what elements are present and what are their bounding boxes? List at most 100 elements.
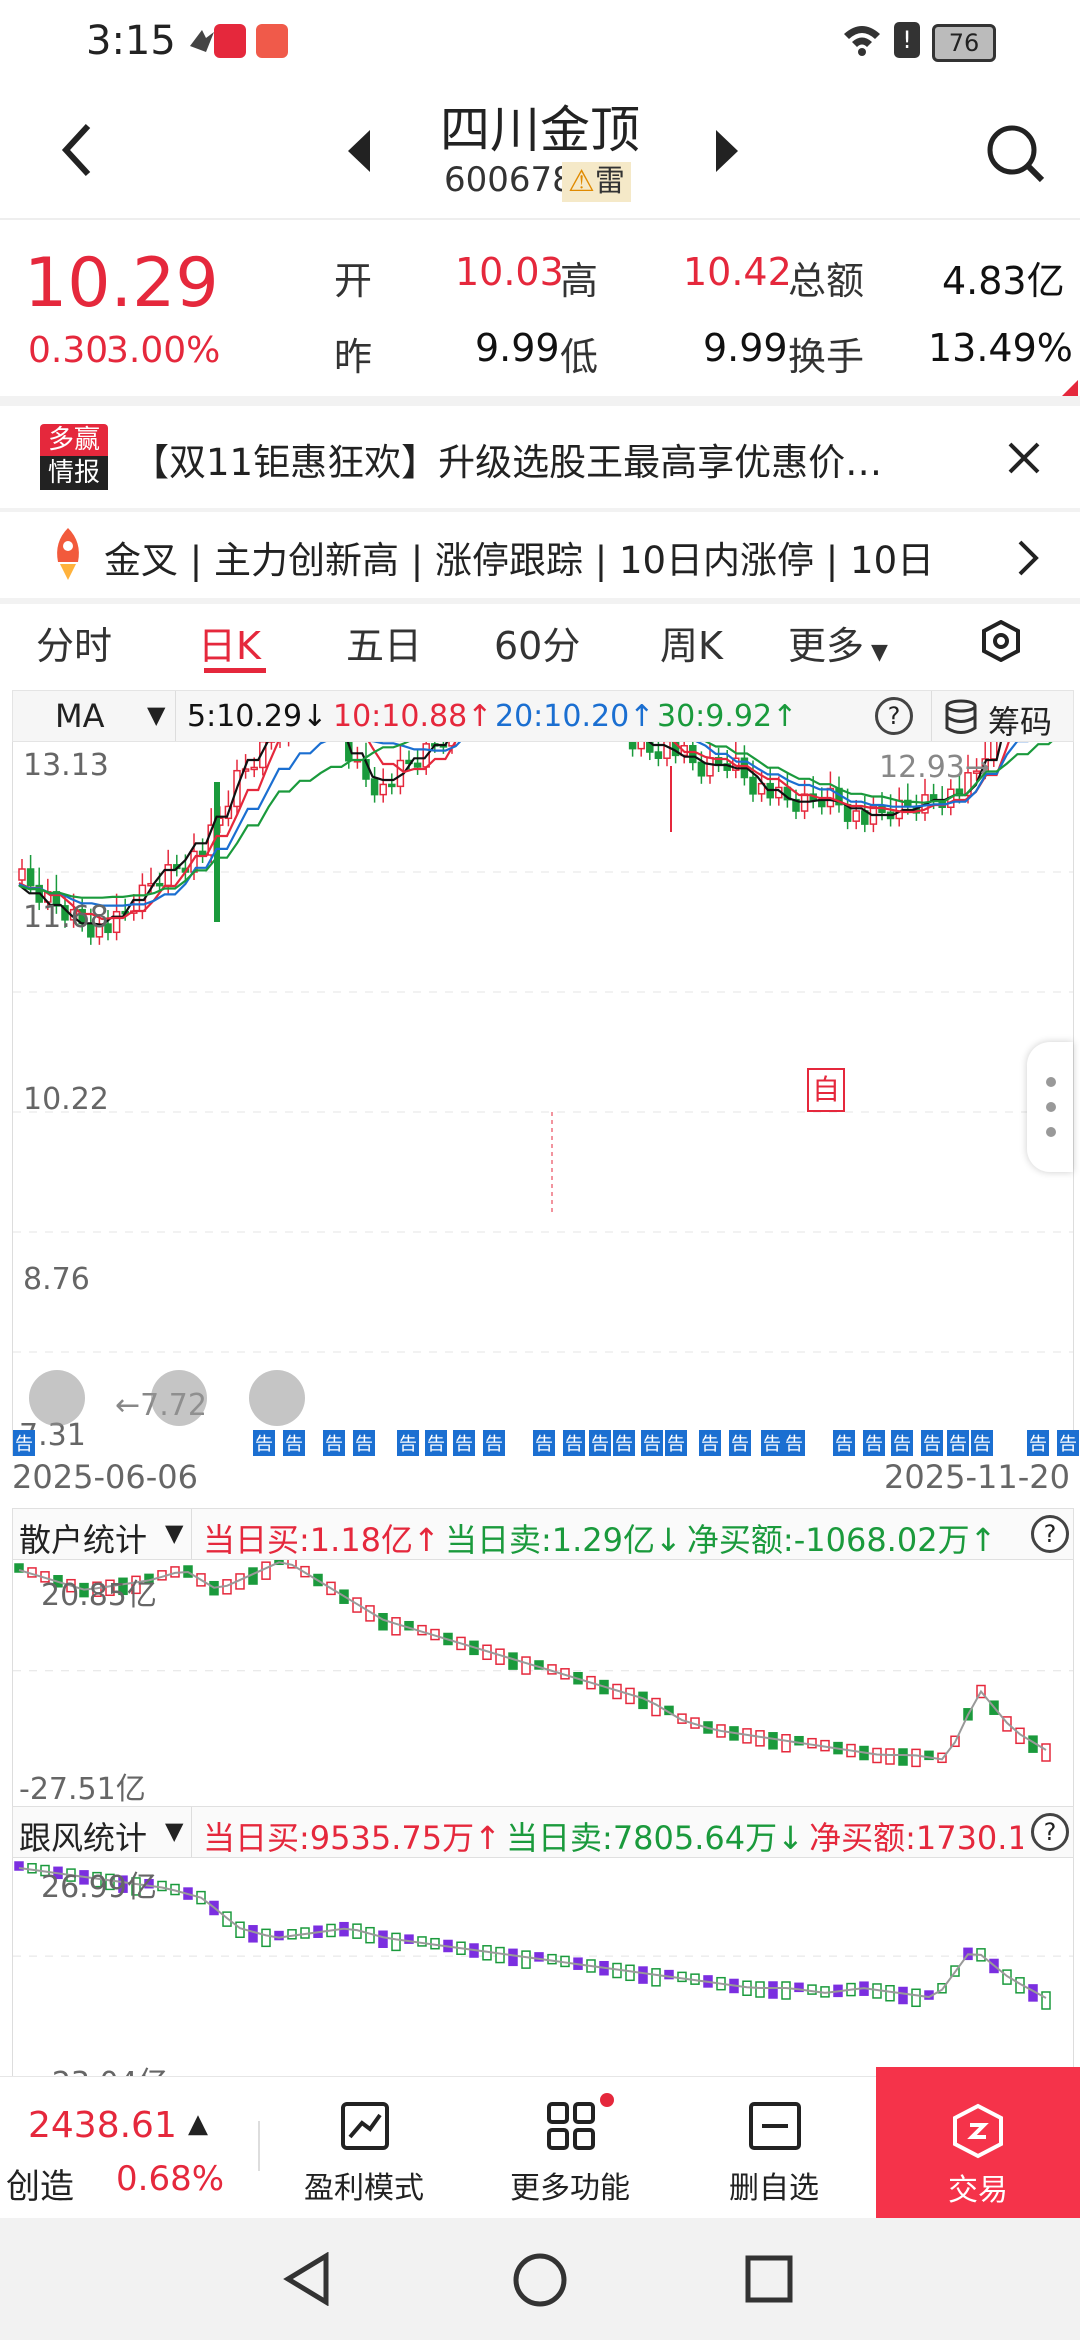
notice-marker[interactable]: 告 — [397, 1430, 419, 1456]
indicator-bar — [261, 1561, 271, 1580]
fullscreen-icon[interactable] — [249, 1370, 305, 1426]
candle-body — [706, 757, 714, 777]
tab-intraday[interactable]: 分时 — [36, 615, 112, 670]
retail-header: 散户统计 ▼ 当日买:1.18亿↑ 当日卖:1.29亿↓ 净买额:-1068.0… — [12, 1508, 1074, 1560]
help-icon[interactable]: ? — [1031, 1813, 1069, 1851]
ma-selector[interactable]: MA ▼ — [13, 691, 176, 741]
date-end: 2025-11-20 — [884, 1458, 1070, 1496]
notice-marker[interactable]: 告 — [971, 1430, 993, 1456]
retail-buy: 当日买:1.18亿↑ — [203, 1521, 440, 1559]
index-name: 创造 — [6, 2167, 74, 2207]
trade-button[interactable]: 交易 — [876, 2067, 1080, 2219]
notice-marker[interactable]: 告 — [891, 1430, 913, 1456]
candle-body — [112, 910, 121, 934]
follow-header: 跟风统计 ▼ 当日买:9535.75万↑ 当日卖:7805.64万↓ 净买额:1… — [12, 1806, 1074, 1858]
candle-body — [689, 745, 697, 764]
tab-weekly-k[interactable]: 周K — [660, 615, 723, 670]
notice-marker[interactable]: 告 — [323, 1430, 345, 1456]
notice-marker[interactable]: 告 — [563, 1430, 585, 1456]
notice-marker[interactable]: 告 — [699, 1430, 721, 1456]
follow-chart[interactable]: 26.99亿 -23.04亿 — [12, 1858, 1074, 2076]
notice-marker[interactable]: 告 — [665, 1430, 687, 1456]
notice-marker[interactable]: 告 — [533, 1430, 555, 1456]
candle-body — [895, 799, 903, 820]
indicator-bar — [898, 1986, 908, 2005]
follow-selector[interactable]: 跟风统计 ▼ — [13, 1807, 192, 1857]
chips-button[interactable]: 筹码 — [931, 691, 1074, 741]
low-label: 低 — [560, 335, 599, 379]
notice-marker[interactable]: 告 — [353, 1430, 375, 1456]
tab-five-day[interactable]: 五日 — [346, 615, 422, 670]
notice-marker[interactable]: 告 — [425, 1430, 447, 1456]
kline-chart[interactable]: 13.13 11.68 10.22 8.76 7.31 12.93→ ←7.72… — [12, 742, 1079, 1456]
expand-icon[interactable] — [151, 1370, 207, 1426]
notice-marker[interactable]: 告 — [729, 1430, 751, 1456]
current-price: 10.29 — [24, 244, 219, 323]
nav-back-icon[interactable] — [282, 2252, 332, 2306]
next-stock-icon[interactable] — [712, 128, 742, 178]
amount-label: 总额 — [788, 259, 865, 303]
notice-marker[interactable]: 告 — [761, 1430, 783, 1456]
notice-marker[interactable]: 告 — [1057, 1430, 1079, 1456]
alert-icon: ! — [894, 22, 920, 58]
notice-markers[interactable]: 告告告告告告告告告告告告告告告告告告告告告告告告告告告 — [13, 1430, 1079, 1456]
close-icon[interactable] — [1004, 438, 1044, 482]
settings-icon[interactable] — [980, 619, 1022, 666]
help-icon[interactable]: ? — [875, 697, 913, 735]
candle-body — [628, 742, 637, 750]
remove-icon — [749, 2102, 801, 2150]
notice-marker[interactable]: 告 — [833, 1430, 855, 1456]
signal-ticker[interactable]: 金叉 | 主力创新高 | 涨停跟踪 | 10日内涨停 | 10日 — [0, 512, 1080, 604]
risk-badge[interactable]: ⚠雷 — [562, 162, 631, 202]
notice-marker[interactable]: 告 — [589, 1430, 611, 1456]
remove-watchlist-button[interactable]: 删自选 — [694, 2077, 854, 2219]
notice-marker[interactable]: 告 — [613, 1430, 635, 1456]
kline-candles — [18, 742, 998, 1212]
notice-marker[interactable]: 告 — [283, 1430, 305, 1456]
status-time: 3:15 — [86, 18, 176, 64]
help-icon[interactable]: ? — [1031, 1515, 1069, 1553]
tab-daily-k[interactable]: 日K — [198, 615, 261, 670]
index-pct: 0.68% — [116, 2159, 225, 2199]
more-functions-button[interactable]: 更多功能 — [490, 2077, 650, 2219]
news-banner[interactable]: 多赢 情报 【双11钜惠狂欢】升级选股王最高享优惠价… — [0, 406, 1080, 506]
notice-marker[interactable]: 告 — [13, 1430, 35, 1456]
system-nav-bar — [0, 2218, 1080, 2340]
indicator-bar — [508, 1948, 518, 1967]
notice-marker[interactable]: 告 — [1027, 1430, 1049, 1456]
notice-marker[interactable]: 告 — [863, 1430, 885, 1456]
profit-mode-label: 盈利模式 — [304, 2171, 424, 2206]
shopping-app-icon — [214, 24, 246, 58]
notice-marker[interactable]: 告 — [921, 1430, 943, 1456]
notice-marker[interactable]: 告 — [641, 1430, 663, 1456]
indicator-bar — [755, 1730, 765, 1747]
nav-home-icon[interactable] — [512, 2252, 568, 2308]
nav-recents-icon[interactable] — [744, 2254, 794, 2304]
follow-sell: 当日卖:7805.64万↓ — [506, 1819, 804, 1857]
chevron-right-icon[interactable] — [1016, 538, 1040, 582]
grid-icon — [547, 2102, 595, 2150]
notice-marker[interactable]: 告 — [483, 1430, 505, 1456]
collapse-icon[interactable] — [29, 1370, 85, 1426]
ma-indicator-bar: MA ▼ 5:10.29↓ 10:10.88↑ 20:10.20↑ 30:9.9… — [12, 690, 1074, 742]
index-quote[interactable]: 2438.61 ▲ 创造 0.68% — [0, 2077, 260, 2219]
retail-chart[interactable]: 20.85亿 -27.51亿 — [12, 1560, 1074, 1807]
more-options-handle[interactable] — [1027, 1042, 1073, 1172]
search-icon[interactable] — [984, 122, 1048, 190]
tab-more[interactable]: 更多 ▼ — [788, 615, 888, 670]
open-value: 10.03 — [455, 250, 564, 294]
notice-marker[interactable]: 告 — [253, 1430, 275, 1456]
indicator-bar — [287, 1929, 297, 1940]
tab-60min[interactable]: 60分 — [494, 615, 580, 670]
indicator-bar — [508, 1652, 518, 1670]
up-triangle-icon: ▲ — [188, 2109, 208, 2139]
profit-mode-button[interactable]: 盈利模式 — [284, 2077, 444, 2219]
candle-body — [413, 762, 422, 768]
notice-marker[interactable]: 告 — [783, 1430, 805, 1456]
retail-sell: 当日卖:1.29亿↓ — [444, 1521, 682, 1559]
stock-code: 600678 — [444, 160, 574, 200]
notice-marker[interactable]: 告 — [947, 1430, 969, 1456]
indicator-bar — [27, 1863, 37, 1874]
retail-selector[interactable]: 散户统计 ▼ — [13, 1509, 192, 1559]
notice-marker[interactable]: 告 — [453, 1430, 475, 1456]
